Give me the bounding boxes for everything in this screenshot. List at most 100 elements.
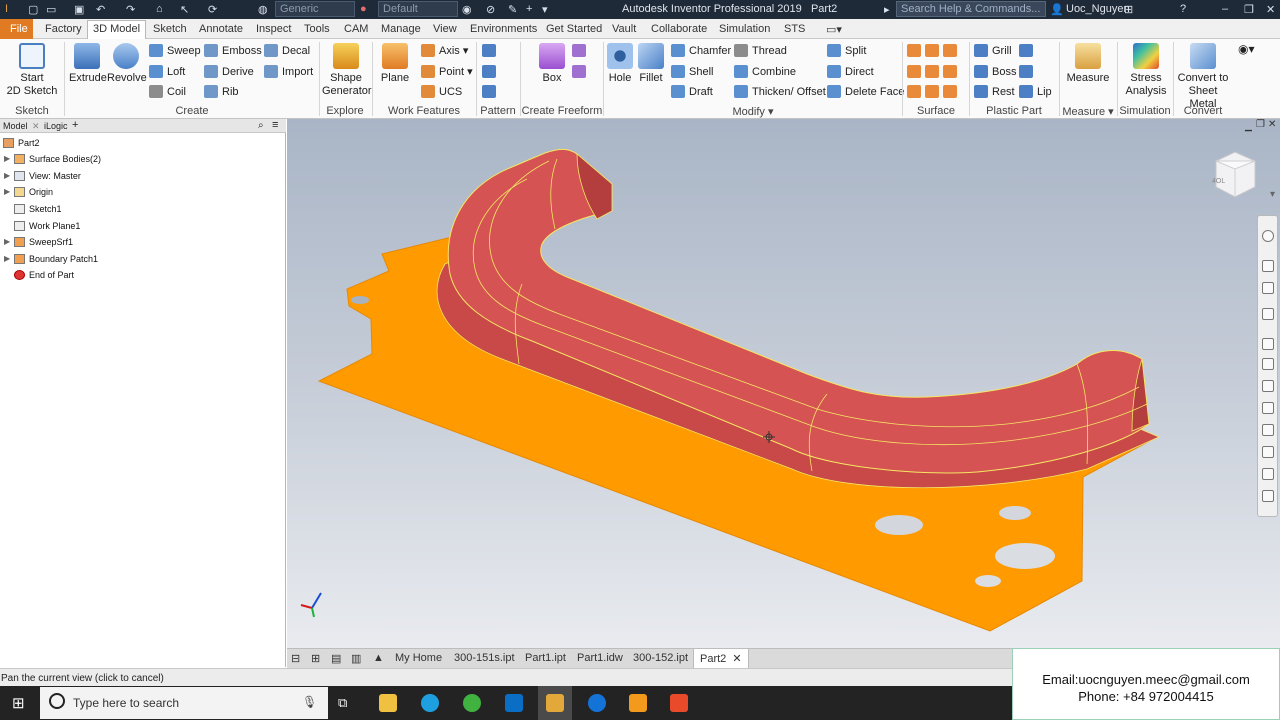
ribbon-options-icon[interactable]: ▭▾ — [826, 23, 842, 36]
close-icon[interactable]: ✕ — [1266, 3, 1275, 16]
tile-vertical-icon[interactable]: ▥ — [351, 652, 361, 665]
inventor-logo-icon[interactable]: I — [5, 3, 8, 15]
draft-button[interactable]: Draft — [671, 85, 713, 98]
expand-arrow-icon[interactable]: ▶ — [4, 154, 10, 163]
extrude-button[interactable]: Extrude — [69, 43, 107, 85]
doc-tab-part1-idw[interactable]: Part1.idw — [577, 652, 623, 664]
edge-icon[interactable] — [588, 694, 606, 712]
rectangular-pattern-button[interactable] — [482, 44, 500, 57]
freeform-tool-1-button[interactable] — [572, 44, 590, 57]
tab-3d-model[interactable]: 3D Model — [87, 20, 147, 39]
browser-tab-ilogic[interactable]: iLogic — [44, 121, 68, 131]
combine-button[interactable]: Combine — [734, 65, 796, 78]
tab-vault[interactable]: Vault — [612, 23, 636, 35]
chamfer-button[interactable]: Chamfer — [671, 44, 731, 57]
tab-view[interactable]: View — [433, 23, 457, 35]
circular-pattern-button[interactable] — [482, 65, 500, 78]
stress-analysis-button[interactable]: Stress Analysis — [1121, 43, 1171, 98]
tab-annotate[interactable]: Annotate — [199, 23, 243, 35]
grill-button[interactable]: Grill — [974, 44, 1012, 57]
convert-sheet-metal-button[interactable]: Convert to Sheet Metal — [1174, 43, 1232, 111]
browser-search-icon[interactable]: ⌕ — [258, 120, 264, 131]
import-button[interactable]: Import — [264, 65, 313, 78]
search-arrow-icon[interactable]: ▸ — [884, 3, 890, 16]
rest-button[interactable]: Rest — [974, 85, 1015, 98]
shell-button[interactable]: Shell — [671, 65, 713, 78]
free-orbit-icon[interactable] — [1262, 468, 1274, 480]
group-label-measure[interactable]: Measure ▾ — [1059, 105, 1117, 118]
start-2d-sketch-button[interactable]: Start 2D Sketch — [6, 43, 58, 98]
qat-dropdown-icon[interactable]: ▾ — [542, 3, 548, 16]
help-search-input[interactable]: Search Help & Commands... — [896, 1, 1046, 17]
group-label-modify[interactable]: Modify ▾ — [603, 105, 903, 118]
zoom-icon[interactable] — [1262, 282, 1274, 294]
inventor-taskbar-icon[interactable] — [546, 694, 564, 712]
tab-inspect[interactable]: Inspect — [256, 23, 291, 35]
clear-appearance-icon[interactable]: ⊘ — [486, 3, 495, 16]
split-button[interactable]: Split — [827, 44, 866, 57]
viewcube[interactable]: 4OL — [1212, 151, 1256, 198]
direct-button[interactable]: Direct — [827, 65, 874, 78]
tree-item-boundary-patch1[interactable]: ▶ Boundary Patch1 — [4, 254, 98, 264]
tab-collaborate[interactable]: Collaborate — [651, 23, 707, 35]
minimize-icon[interactable]: – — [1222, 3, 1228, 15]
viewport-close-icon[interactable]: ✕ — [1268, 119, 1276, 130]
new-file-icon[interactable]: ▢ — [28, 3, 38, 16]
zoom-window-icon[interactable] — [1262, 358, 1274, 370]
tree-item-end-of-part[interactable]: End of Part — [14, 270, 74, 280]
appearance-combo[interactable]: Generic — [275, 1, 355, 17]
tab-simulation[interactable]: Simulation — [719, 23, 770, 35]
help-icon[interactable]: ? — [1180, 3, 1186, 15]
surface-tools-row-1[interactable] — [907, 44, 961, 57]
camtasia-icon[interactable] — [670, 694, 688, 712]
box-freeform-button[interactable]: Box — [535, 43, 569, 85]
home-icon[interactable]: ⌂ — [156, 3, 163, 15]
expand-arrow-icon[interactable]: ▶ — [4, 237, 10, 246]
plane-button[interactable]: Plane — [379, 43, 411, 85]
rib-button[interactable]: Rib — [204, 85, 239, 98]
microphone-icon[interactable]: 🎙 — [302, 695, 317, 709]
expand-arrow-icon[interactable]: ▶ — [4, 187, 10, 196]
thread-button[interactable]: Thread — [734, 44, 787, 57]
ribbon-extra-icon[interactable]: ◉▾ — [1238, 42, 1255, 56]
doc-tab-300-151s[interactable]: 300-151s.ipt — [454, 652, 515, 664]
tree-item-sketch1[interactable]: Sketch1 — [14, 204, 62, 214]
snap-fit-button[interactable] — [1019, 44, 1037, 57]
tree-item-view-master[interactable]: ▶ View: Master — [4, 171, 81, 181]
revolve-button[interactable]: Revolve — [107, 43, 147, 85]
surface-tools-row-2[interactable] — [907, 65, 961, 78]
color-override-icon[interactable]: ◉ — [462, 3, 472, 16]
zoom-all-icon[interactable] — [1262, 380, 1274, 392]
appearance-icon[interactable]: ● — [360, 3, 367, 15]
tile-cascade-icon[interactable]: ▤ — [331, 652, 341, 665]
update-icon[interactable]: ⟳ — [208, 3, 217, 16]
chrome-icon[interactable] — [463, 694, 481, 712]
zoom-selected-icon[interactable] — [1262, 402, 1274, 414]
file-explorer-icon[interactable] — [379, 694, 397, 712]
tile-horizontal-icon[interactable]: ⊟ — [291, 652, 300, 665]
add-browser-tab-icon[interactable]: + — [72, 119, 78, 131]
cart-icon[interactable]: ⊞ — [1124, 3, 1133, 16]
redo-icon[interactable]: ↷ — [126, 3, 135, 16]
browser-tab-close-icon[interactable]: ✕ — [32, 121, 40, 132]
shape-generator-button[interactable]: Shape Generator — [322, 43, 372, 98]
tree-item-part2[interactable]: Part2 — [3, 138, 40, 148]
cursor-icon[interactable]: ↖ — [180, 3, 189, 16]
lip-button[interactable]: Lip — [1019, 85, 1052, 98]
doc-tab-300-152[interactable]: 300-152.ipt — [633, 652, 688, 664]
tab-factory[interactable]: Factory — [45, 23, 82, 35]
derive-button[interactable]: Derive — [204, 65, 254, 78]
boss-button[interactable]: Boss — [974, 65, 1016, 78]
taskbar-search-box[interactable]: Type here to search 🎙 — [40, 687, 328, 719]
task-view-icon[interactable]: ⧉ — [338, 695, 347, 711]
tab-manage[interactable]: Manage — [381, 23, 421, 35]
delete-face-button[interactable]: Delete Face — [827, 85, 904, 98]
tree-item-work-plane1[interactable]: Work Plane1 — [14, 221, 80, 231]
tile-grid-icon[interactable]: ⊞ — [311, 652, 320, 665]
tree-item-origin[interactable]: ▶ Origin — [4, 187, 53, 197]
look-at-icon[interactable] — [1262, 338, 1274, 350]
crosshair-icon[interactable]: + — [526, 3, 532, 15]
constrained-orbit-icon[interactable] — [1262, 446, 1274, 458]
thicken-offset-button[interactable]: Thicken/ Offset — [734, 85, 826, 98]
model-canvas[interactable]: 4OL — [287, 119, 1280, 648]
